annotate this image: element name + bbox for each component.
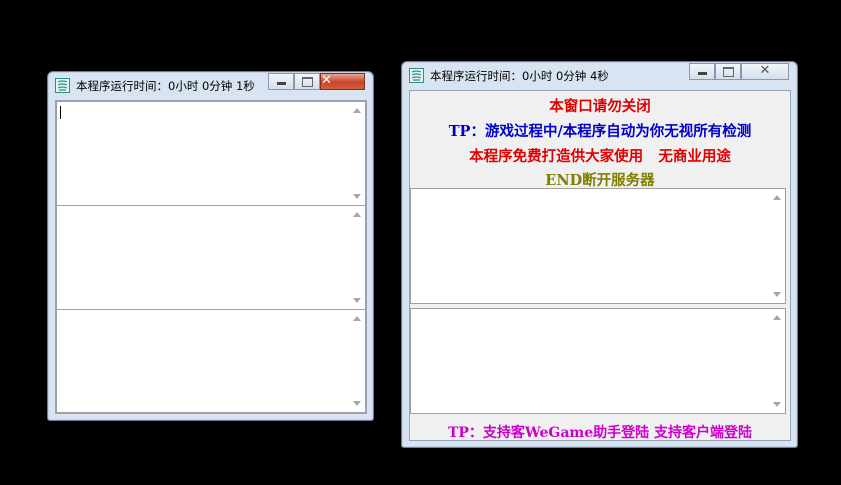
- scrollbar[interactable]: [349, 206, 365, 309]
- app-icon: [409, 68, 424, 83]
- scrollbar[interactable]: [769, 189, 785, 303]
- text-caret: [60, 106, 61, 119]
- left-window-titlebar[interactable]: 本程序运行时间：0小时 0分钟 1秒 ✕: [48, 72, 373, 98]
- scrollbar[interactable]: [349, 310, 365, 412]
- scroll-down-icon[interactable]: [353, 298, 361, 303]
- notice-line-3: 本程序免费打造供大家使用 无商业用途: [469, 148, 731, 165]
- scroll-up-icon[interactable]: [353, 316, 361, 321]
- scrollbar[interactable]: [349, 102, 365, 205]
- notice-line-1: 本窗口请勿关闭: [549, 98, 651, 115]
- left-window-title: 本程序运行时间：0小时 0分钟 1秒: [76, 79, 255, 93]
- minimize-icon: [277, 82, 286, 85]
- notice-line-2: TP：游戏过程中/本程序自动为你无视所有检测: [448, 123, 752, 140]
- maximize-icon: [723, 67, 734, 77]
- left-window-client: [55, 100, 367, 414]
- scroll-down-icon[interactable]: [773, 292, 781, 297]
- maximize-button[interactable]: [715, 63, 741, 80]
- minimize-button[interactable]: [268, 73, 294, 90]
- right-window: 本程序运行时间：0小时 0分钟 4秒 ✕ 本窗口请勿关闭 TP：游戏过程中/本程…: [401, 61, 798, 448]
- output-textbox-1[interactable]: [410, 188, 786, 304]
- footer-support-text: TP：支持客WeGame助手登陆 支持客户端登陆: [447, 425, 753, 441]
- app-icon: [55, 78, 70, 93]
- maximize-icon: [302, 77, 313, 87]
- scroll-down-icon[interactable]: [353, 401, 361, 406]
- scroll-up-icon[interactable]: [353, 108, 361, 113]
- close-button[interactable]: ✕: [320, 73, 365, 90]
- log-textbox-3[interactable]: [56, 309, 366, 413]
- scroll-up-icon[interactable]: [353, 212, 361, 217]
- minimize-icon: [698, 72, 707, 75]
- scroll-down-icon[interactable]: [773, 402, 781, 407]
- right-window-title: 本程序运行时间：0小时 0分钟 4秒: [430, 69, 609, 83]
- right-window-client: 本窗口请勿关闭 TP：游戏过程中/本程序自动为你无视所有检测 本程序免费打造供大…: [409, 90, 791, 441]
- scroll-down-icon[interactable]: [353, 194, 361, 199]
- notice-line-4: END断开服务器: [545, 172, 655, 189]
- minimize-button[interactable]: [689, 63, 715, 80]
- scroll-up-icon[interactable]: [773, 195, 781, 200]
- right-window-titlebar[interactable]: 本程序运行时间：0小时 0分钟 4秒 ✕: [402, 62, 797, 88]
- maximize-button[interactable]: [294, 73, 320, 90]
- scroll-up-icon[interactable]: [773, 315, 781, 320]
- close-icon: ✕: [759, 63, 771, 78]
- output-textbox-2[interactable]: [410, 308, 786, 414]
- log-textbox-2[interactable]: [56, 205, 366, 310]
- left-window: 本程序运行时间：0小时 0分钟 1秒 ✕: [47, 71, 374, 421]
- log-textbox-1[interactable]: [56, 101, 366, 206]
- scrollbar[interactable]: [769, 309, 785, 413]
- close-button[interactable]: ✕: [741, 63, 789, 80]
- close-icon: ✕: [321, 73, 332, 88]
